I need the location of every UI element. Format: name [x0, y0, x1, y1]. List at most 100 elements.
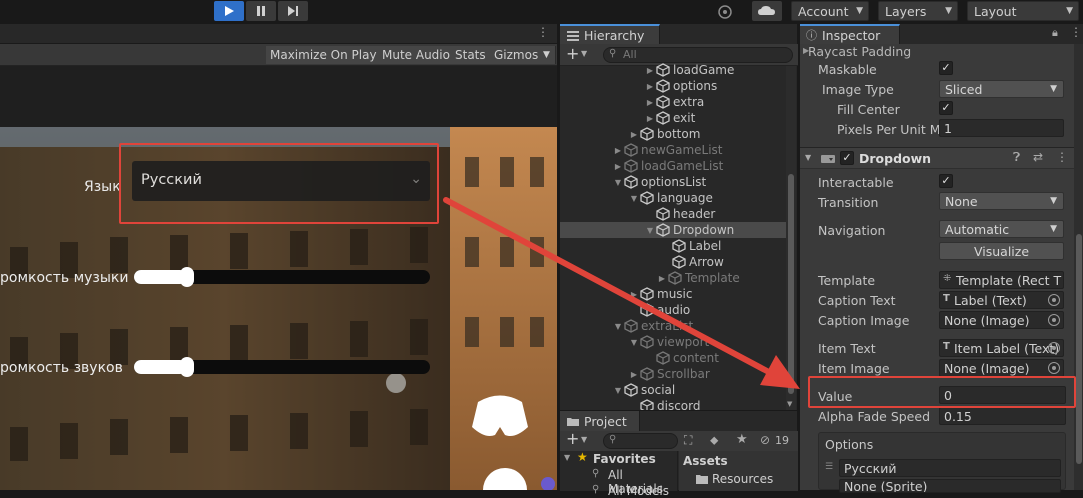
all-models-item[interactable]: All Models — [608, 484, 669, 498]
object-picker-icon[interactable] — [1048, 294, 1060, 306]
lock-icon[interactable]: 🔒︎ — [1052, 26, 1058, 40]
expand-icon[interactable]: ▶ — [644, 114, 656, 123]
object-picker-icon[interactable] — [1048, 314, 1060, 326]
tab-project[interactable]: Project — [560, 411, 640, 431]
interactable-checkbox[interactable]: ✓ — [939, 174, 953, 188]
hierarchy-item[interactable]: ▼ viewport — [560, 334, 786, 350]
inspector-scrollbar-thumb[interactable] — [1076, 234, 1082, 464]
stats-button[interactable]: Stats — [451, 46, 491, 64]
hierarchy-item[interactable]: audio — [560, 302, 786, 318]
expand-icon[interactable]: ▶ — [644, 66, 656, 75]
more-icon[interactable]: ⋮ — [1070, 25, 1082, 39]
alpha-fade-speed-field[interactable]: 0.15 — [939, 407, 1066, 425]
inspector-scrollbar[interactable] — [1074, 44, 1083, 490]
hierarchy-item[interactable]: ▶ loadGameList — [560, 158, 786, 174]
hierarchy-item[interactable]: ▶ options — [560, 78, 786, 94]
favorites-label[interactable]: Favorites — [593, 452, 656, 466]
fill-center-checkbox[interactable]: ✓ — [939, 101, 953, 115]
tag-icon[interactable]: ⬥ — [710, 433, 718, 448]
dropdown-enabled-checkbox[interactable]: ✓ — [840, 151, 854, 165]
item-image-field[interactable]: None (Image) — [939, 359, 1064, 377]
expand-icon[interactable]: ▶ — [628, 290, 640, 299]
expand-icon[interactable]: ▼ — [612, 178, 624, 187]
expand-icon[interactable]: ▼ — [612, 322, 624, 331]
template-field[interactable]: ⁜ Template (Rect T — [939, 271, 1064, 289]
mute-audio-button[interactable]: Mute Audio — [378, 46, 455, 64]
expand-icon[interactable]: ▶ — [612, 162, 624, 171]
sound-volume-handle[interactable] — [180, 357, 195, 377]
sound-volume-slider[interactable] — [134, 357, 430, 377]
layers-dropdown[interactable]: Layers ▼ — [878, 1, 958, 21]
maximize-on-play-button[interactable]: Maximize On Play — [266, 46, 382, 64]
hierarchy-item[interactable]: ▼ optionsList — [560, 174, 786, 190]
chevron-down-icon[interactable]: ▼ — [581, 49, 587, 58]
hierarchy-item[interactable]: Arrow — [560, 254, 786, 270]
expand-icon[interactable]: ▼ — [564, 453, 570, 462]
hierarchy-item[interactable]: ▶ bottom — [560, 126, 786, 142]
scroll-down-icon[interactable]: ▼ — [787, 400, 792, 408]
hierarchy-item[interactable]: ▼ extraList — [560, 318, 786, 334]
hierarchy-item[interactable]: ▶ newGameList — [560, 142, 786, 158]
add-icon[interactable]: + — [566, 429, 579, 448]
hierarchy-item[interactable]: content — [560, 350, 786, 366]
hierarchy-item[interactable]: ▶ music — [560, 286, 786, 302]
hierarchy-item[interactable]: ▶ Scrollbar — [560, 366, 786, 382]
hierarchy-scrollbar[interactable]: ▼ — [786, 66, 796, 410]
step-button[interactable] — [278, 1, 308, 21]
visualize-button[interactable]: Visualize — [939, 242, 1064, 260]
filter-icon[interactable]: ⛶ — [684, 433, 692, 448]
hierarchy-item[interactable]: ▶ loadGame — [560, 62, 786, 78]
tab-inspector[interactable]: ⓘ Inspector — [800, 24, 900, 44]
hierarchy-item[interactable]: ▶ exit — [560, 110, 786, 126]
expand-icon[interactable]: ▼ — [644, 226, 656, 235]
expand-icon[interactable]: ▶ — [612, 146, 624, 155]
tab-hierarchy[interactable]: Hierarchy — [560, 24, 660, 44]
account-dropdown[interactable]: Account ▼ — [791, 1, 869, 21]
maskable-checkbox[interactable]: ✓ — [939, 61, 953, 75]
item-text-field[interactable]: T Item Label (Text) — [939, 339, 1064, 357]
presets-icon[interactable]: ⇄ — [1033, 150, 1043, 164]
assets-label[interactable]: Assets — [683, 454, 728, 468]
hierarchy-scrollbar-thumb[interactable] — [788, 174, 794, 394]
expand-icon[interactable]: ▼ — [612, 386, 624, 395]
ppu-field[interactable]: 1 — [939, 119, 1064, 137]
project-search[interactable]: ⚲ — [603, 433, 678, 449]
dropdown-component-header[interactable]: ▼ ✓ Dropdown ❓︎ ⇄ ⋮ — [800, 147, 1083, 169]
more-icon[interactable]: ⋮ — [537, 25, 549, 39]
layout-dropdown[interactable]: Layout ▼ — [967, 1, 1079, 21]
help-icon[interactable]: ❓︎ — [1013, 150, 1020, 165]
expand-icon[interactable]: ▶ — [628, 130, 640, 139]
hierarchy-item[interactable]: ▶ Template — [560, 270, 786, 286]
hierarchy-item[interactable]: ▼ Dropdown — [560, 222, 786, 238]
gizmos-button[interactable]: Gizmos — [490, 46, 544, 64]
expand-icon[interactable]: ▼ — [805, 153, 811, 162]
collab-icon[interactable] — [716, 3, 734, 24]
caption-image-field[interactable]: None (Image) — [939, 311, 1064, 329]
hierarchy-item[interactable]: header — [560, 206, 786, 222]
music-volume-handle[interactable] — [180, 267, 195, 287]
hidden-packages-icon[interactable]: ⊘ — [760, 433, 770, 447]
hierarchy-search[interactable]: ⚲ All — [603, 47, 793, 63]
chevron-down-icon[interactable]: ▼ — [581, 435, 587, 444]
expand-icon[interactable]: ▼ — [628, 194, 640, 203]
cloud-button[interactable] — [752, 1, 782, 21]
star-icon[interactable]: ★ — [736, 432, 748, 447]
expand-icon[interactable]: ▶ — [644, 82, 656, 91]
pause-button[interactable] — [246, 1, 276, 21]
expand-icon[interactable]: ▶ — [628, 370, 640, 379]
hierarchy-item[interactable]: ▶ extra — [560, 94, 786, 110]
object-picker-icon[interactable] — [1048, 342, 1060, 354]
expand-icon[interactable]: ▼ — [628, 338, 640, 347]
image-type-dropdown[interactable]: Sliced ▼ — [939, 80, 1064, 98]
option-text-field[interactable]: Русский — [839, 459, 1061, 477]
raycast-padding-label[interactable]: Raycast Padding — [808, 44, 911, 59]
hierarchy-item[interactable]: Label — [560, 238, 786, 254]
caption-text-field[interactable]: T Label (Text) — [939, 291, 1064, 309]
play-button[interactable] — [214, 1, 244, 21]
resources-folder[interactable]: Resources — [712, 472, 773, 486]
music-volume-slider[interactable] — [134, 267, 430, 287]
transition-dropdown[interactable]: None ▼ — [939, 192, 1064, 210]
hierarchy-item[interactable]: ▼ language — [560, 190, 786, 206]
drag-handle-icon[interactable]: ☰ — [825, 462, 833, 472]
more-icon[interactable]: ⋮ — [1056, 150, 1068, 164]
